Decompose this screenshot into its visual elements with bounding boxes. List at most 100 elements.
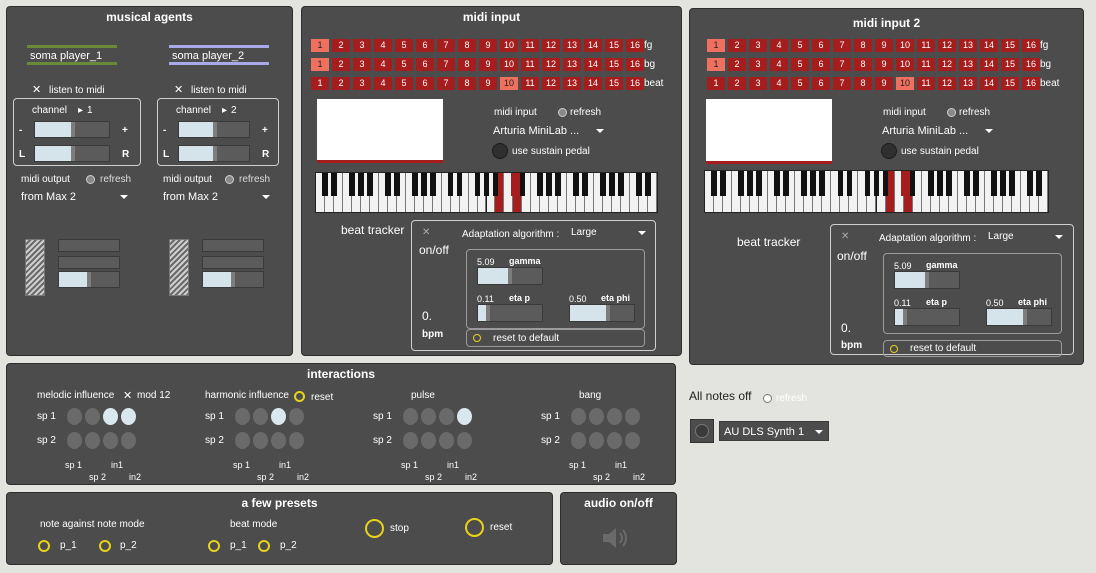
piano-keyboard[interactable] — [315, 172, 658, 213]
fg-channel-cell[interactable]: 13 — [563, 39, 581, 52]
black-key[interactable] — [999, 171, 1006, 196]
bg-channel-cell[interactable]: 5 — [791, 58, 809, 71]
volume-slider[interactable] — [34, 121, 110, 138]
fg-channel-cell[interactable]: 8 — [854, 39, 872, 52]
black-key[interactable] — [322, 173, 328, 197]
black-key[interactable] — [537, 173, 544, 197]
interaction-dot[interactable] — [67, 408, 82, 425]
black-key[interactable] — [546, 173, 553, 197]
fg-channel-cell[interactable]: 7 — [833, 39, 851, 52]
stop-button[interactable] — [365, 519, 384, 538]
black-key[interactable] — [366, 173, 373, 197]
close-icon[interactable]: ✕ — [174, 83, 183, 96]
interaction-dot[interactable] — [457, 408, 472, 425]
refresh-icon[interactable] — [225, 175, 234, 184]
black-key[interactable] — [645, 173, 651, 197]
pan-slider[interactable] — [34, 145, 110, 162]
interaction-dot[interactable] — [571, 408, 586, 425]
fg-channel-cell[interactable]: 7 — [437, 39, 455, 52]
beat-channel-cell[interactable]: 11 — [917, 77, 935, 90]
interaction-dot[interactable] — [625, 432, 640, 449]
beat-channel-cell[interactable]: 12 — [542, 77, 560, 90]
fg-channel-cell[interactable]: 2 — [332, 39, 350, 52]
fg-channel-cell[interactable]: 13 — [959, 39, 977, 52]
note-mode-p1-button[interactable] — [38, 540, 50, 552]
speaker-icon[interactable] — [601, 526, 633, 550]
refresh-label[interactable]: refresh — [100, 174, 131, 185]
bg-channel-cell[interactable]: 12 — [938, 58, 956, 71]
black-key[interactable] — [447, 173, 454, 197]
black-key[interactable] — [909, 171, 916, 196]
black-key[interactable] — [882, 171, 889, 196]
adaptation-select[interactable]: Large — [567, 225, 651, 241]
black-key[interactable] — [837, 171, 844, 196]
refresh-icon[interactable] — [947, 108, 956, 117]
pan-slider[interactable] — [178, 145, 250, 162]
black-key[interactable] — [756, 171, 763, 196]
black-key[interactable] — [711, 171, 717, 196]
black-key[interactable] — [801, 171, 808, 196]
black-key[interactable] — [349, 173, 355, 197]
bg-channel-cell[interactable]: 8 — [854, 58, 872, 71]
fg-channel-cell[interactable]: 9 — [479, 39, 497, 52]
beat-channel-cell[interactable]: 5 — [395, 77, 413, 90]
channel-number[interactable]: 2 — [231, 105, 237, 116]
bg-channel-cell[interactable]: 7 — [833, 58, 851, 71]
all-notes-off-label[interactable]: All notes off — [689, 389, 751, 403]
bg-channel-cell[interactable]: 11 — [917, 58, 935, 71]
beat-channel-cell[interactable]: 3 — [749, 77, 767, 90]
black-key[interactable] — [483, 173, 490, 197]
param-slider-1[interactable] — [202, 239, 264, 252]
interaction-dot[interactable] — [457, 432, 472, 449]
black-key[interactable] — [936, 171, 943, 196]
beat-channel-cell[interactable]: 16 — [626, 77, 644, 90]
fg-channel-cell[interactable]: 15 — [605, 39, 623, 52]
player-2-name[interactable]: soma player_2 — [169, 45, 269, 65]
fg-channel-cell[interactable]: 1 — [707, 39, 725, 52]
close-icon[interactable]: ✕ — [841, 231, 849, 242]
reset-button[interactable] — [294, 391, 305, 402]
bg-channel-cell[interactable]: 7 — [437, 58, 455, 71]
beat-channel-cell[interactable]: 9 — [479, 77, 497, 90]
black-key[interactable] — [411, 173, 418, 197]
interaction-dot[interactable] — [589, 432, 604, 449]
fg-channel-cell[interactable]: 16 — [1022, 39, 1040, 52]
black-key[interactable] — [519, 173, 526, 197]
bg-channel-cell[interactable]: 12 — [542, 58, 560, 71]
beat-channel-cell[interactable]: 8 — [854, 77, 872, 90]
black-key[interactable] — [492, 173, 499, 197]
bg-channel-cell[interactable]: 4 — [770, 58, 788, 71]
interaction-dot[interactable] — [85, 408, 100, 425]
black-key[interactable] — [510, 173, 517, 197]
bg-channel-cell[interactable]: 9 — [479, 58, 497, 71]
sustain-toggle[interactable] — [492, 143, 508, 159]
close-icon[interactable]: ✕ — [123, 389, 132, 402]
bg-channel-cell[interactable]: 8 — [458, 58, 476, 71]
fg-channel-cell[interactable]: 3 — [353, 39, 371, 52]
bg-channel-cell[interactable]: 1 — [311, 58, 329, 71]
beat-channel-cell[interactable]: 7 — [437, 77, 455, 90]
beat-channel-cell[interactable]: 12 — [938, 77, 956, 90]
interaction-dot[interactable] — [607, 432, 622, 449]
volume-slider[interactable] — [178, 121, 250, 138]
black-key[interactable] — [474, 173, 481, 197]
beat-mode-p1-button[interactable] — [208, 540, 220, 552]
black-key[interactable] — [819, 171, 826, 196]
interaction-dot[interactable] — [421, 408, 436, 425]
interaction-dot[interactable] — [271, 432, 286, 449]
black-key[interactable] — [1036, 171, 1042, 196]
interaction-dot[interactable] — [571, 432, 586, 449]
bg-channel-cell[interactable]: 6 — [416, 58, 434, 71]
bg-channel-cell[interactable]: 15 — [1001, 58, 1019, 71]
beat-channel-cell[interactable]: 7 — [833, 77, 851, 90]
black-key[interactable] — [900, 171, 907, 196]
sustain-toggle[interactable] — [881, 143, 897, 159]
bg-channel-cell[interactable]: 10 — [500, 58, 518, 71]
black-key[interactable] — [747, 171, 753, 196]
interaction-dot[interactable] — [589, 408, 604, 425]
beat-channel-cell[interactable]: 10 — [500, 77, 518, 90]
bg-channel-cell[interactable]: 13 — [563, 58, 581, 71]
interaction-dot[interactable] — [439, 432, 454, 449]
close-icon[interactable]: ✕ — [422, 227, 430, 238]
interaction-dot[interactable] — [289, 432, 304, 449]
